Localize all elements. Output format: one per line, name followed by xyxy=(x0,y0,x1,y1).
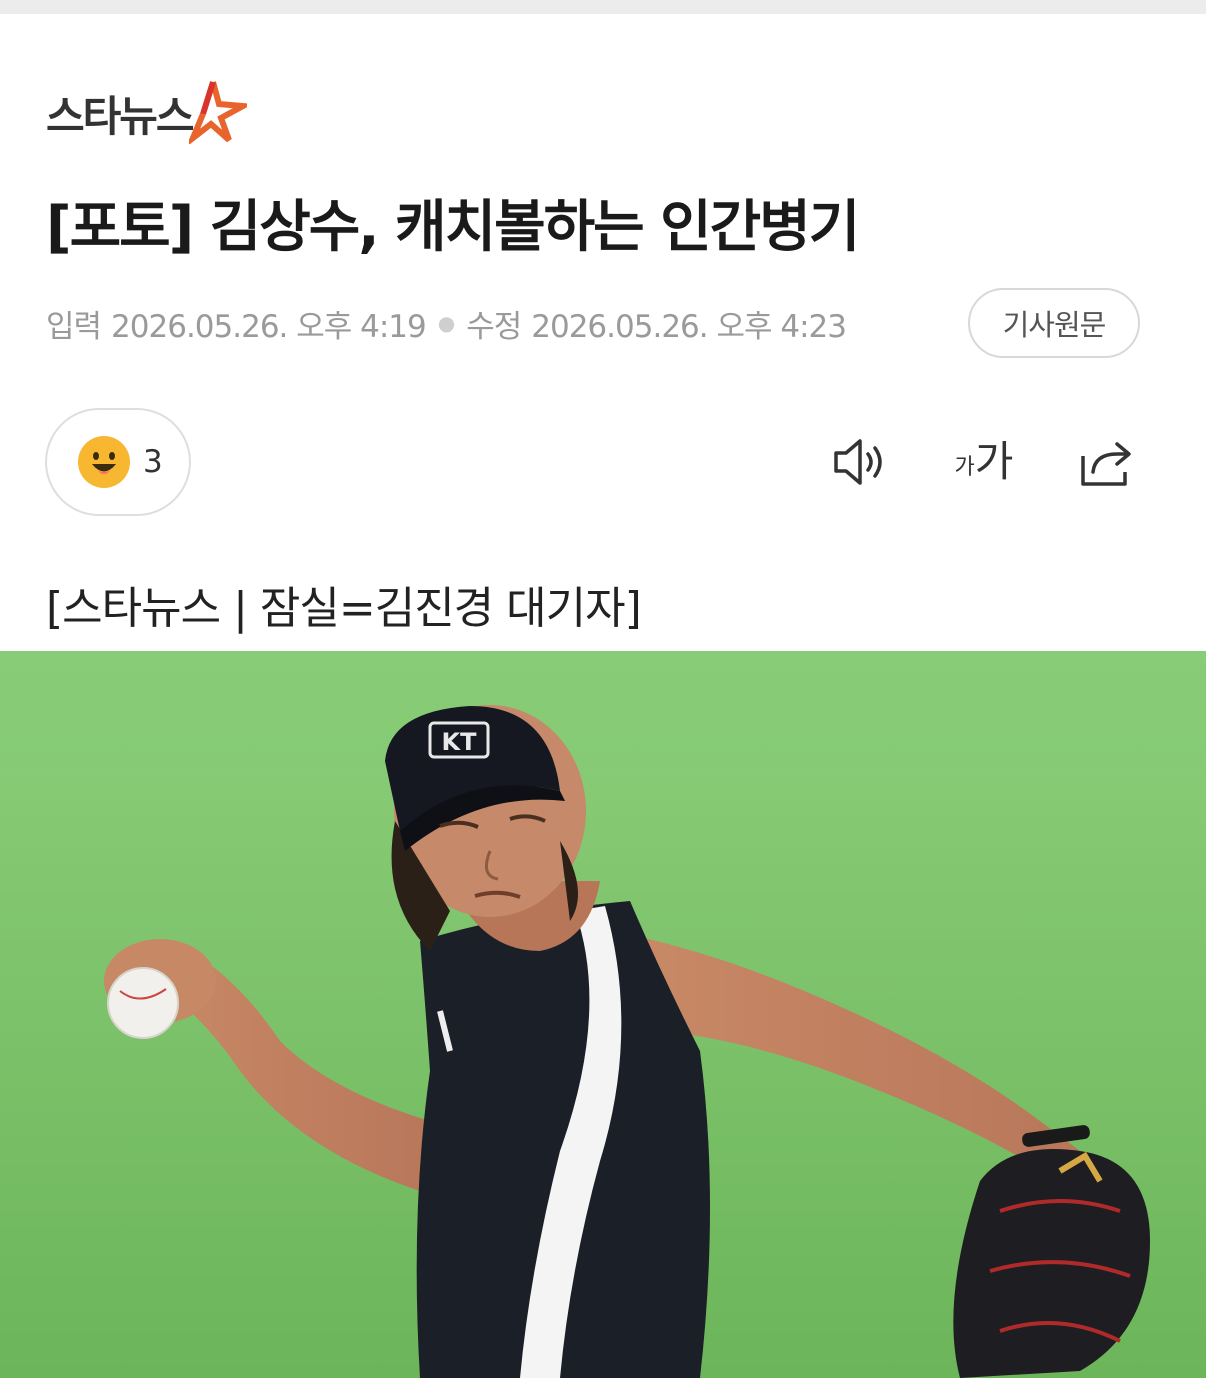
font-big-glyph: 가 xyxy=(974,437,1014,486)
reaction-button[interactable]: 3 xyxy=(45,408,191,516)
baseball xyxy=(107,967,179,1039)
smiley-icon xyxy=(78,436,130,488)
original-article-button[interactable]: 기사원문 xyxy=(968,288,1140,358)
font-small-glyph: 가 xyxy=(954,455,975,480)
font-size-button[interactable]: 가 가 xyxy=(948,434,1020,490)
modified-time: 2026.05.26. 오후 4:23 xyxy=(531,308,847,345)
share-button[interactable] xyxy=(1076,434,1138,490)
photo-illustration: KT xyxy=(0,651,1206,1378)
article-page: 스타뉴스 [포토] 김상수, 캐치볼하는 인간병기 입력 2026.05.26.… xyxy=(0,0,1206,1378)
meta-separator: ● xyxy=(437,311,455,335)
reaction-count: 3 xyxy=(143,444,163,480)
font-size-icon: 가 가 xyxy=(955,441,1014,483)
status-bar-strip xyxy=(0,0,1206,14)
speaker-button[interactable] xyxy=(830,434,892,490)
cap-logo: KT xyxy=(442,728,478,756)
input-time: 2026.05.26. 오후 4:19 xyxy=(111,308,427,345)
article-title: [포토] 김상수, 캐치볼하는 인간병기 xyxy=(46,195,860,260)
logo-star-icon xyxy=(188,81,247,144)
modified-label: 수정 xyxy=(466,308,522,345)
article-meta: 입력 2026.05.26. 오후 4:19 ● 수정 2026.05.26. … xyxy=(46,298,847,348)
article-byline: [스타뉴스 | 잠실=김진경 대기자] xyxy=(46,583,642,634)
logo-text: 스타뉴스 xyxy=(46,91,195,141)
input-label: 입력 xyxy=(46,308,102,345)
speaker-icon xyxy=(834,439,882,485)
site-logo[interactable]: 스타뉴스 xyxy=(46,78,247,148)
article-photo[interactable]: KT xyxy=(0,651,1206,1378)
share-icon xyxy=(1081,442,1131,486)
